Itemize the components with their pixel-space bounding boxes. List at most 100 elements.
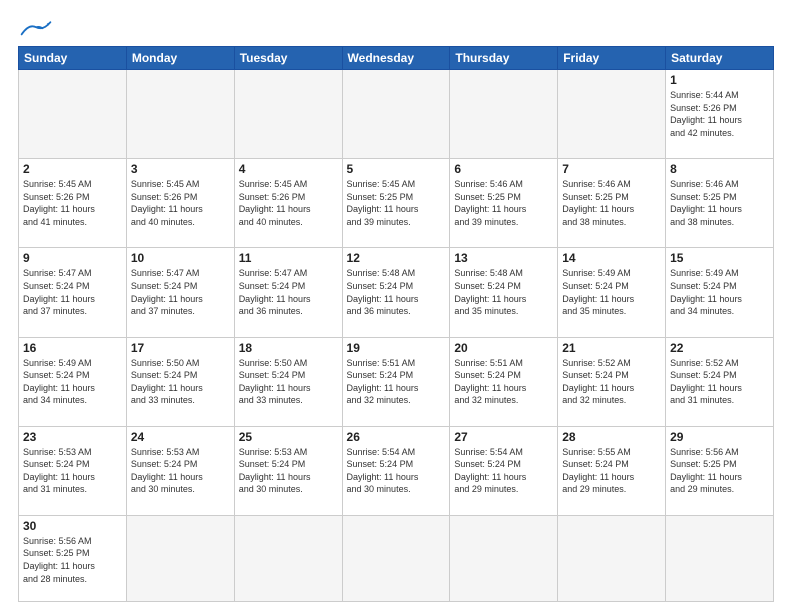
calendar-cell — [19, 70, 127, 159]
calendar-cell: 8Sunrise: 5:46 AM Sunset: 5:25 PM Daylig… — [666, 159, 774, 248]
calendar-cell — [126, 515, 234, 601]
calendar-header-saturday: Saturday — [666, 47, 774, 70]
day-info: Sunrise: 5:51 AM Sunset: 5:24 PM Dayligh… — [347, 357, 446, 407]
calendar-cell: 2 Sunrise: 5:45 AM Sunset: 5:26 PM Daylig… — [19, 159, 127, 248]
day-info: Sunrise: 5:45 AM Sunset: 5:26 PM Dayligh… — [23, 178, 122, 228]
calendar-cell: 25 Sunrise: 5:53 AM Sunset: 5:24 PM Dayli… — [234, 426, 342, 515]
day-info: Sunrise: 5:48 AM Sunset: 5:24 PM Dayligh… — [454, 267, 553, 317]
day-info: Sunrise: 5:47 AM Sunset: 5:24 PM Dayligh… — [131, 267, 230, 317]
day-number: 3 — [131, 162, 230, 176]
day-info: Sunrise: 5:45 AM Sunset: 5:26 PM Dayligh… — [239, 178, 338, 228]
calendar-cell: 28Sunrise: 5:55 AM Sunset: 5:24 PM Dayli… — [558, 426, 666, 515]
day-number: 6 — [454, 162, 553, 176]
day-number: 25 — [239, 430, 338, 444]
calendar-cell: 6 Sunrise: 5:46 AM Sunset: 5:25 PM Daylig… — [450, 159, 558, 248]
day-info: Sunrise: 5:45 AM Sunset: 5:26 PM Dayligh… — [131, 178, 230, 228]
calendar-cell: 13 Sunrise: 5:48 AM Sunset: 5:24 PM Dayli… — [450, 248, 558, 337]
calendar-cell: 12 Sunrise: 5:48 AM Sunset: 5:24 PM Dayli… — [342, 248, 450, 337]
day-number: 28 — [562, 430, 661, 444]
calendar-cell — [234, 515, 342, 601]
calendar-cell: 27 Sunrise: 5:54 AM Sunset: 5:24 PM Dayli… — [450, 426, 558, 515]
day-info: Sunrise: 5:56 AM Sunset: 5:25 PM Dayligh… — [670, 446, 769, 496]
day-info: Sunrise: 5:50 AM Sunset: 5:24 PM Dayligh… — [239, 357, 338, 407]
day-number: 27 — [454, 430, 553, 444]
calendar-cell: 4 Sunrise: 5:45 AM Sunset: 5:26 PM Daylig… — [234, 159, 342, 248]
day-number: 21 — [562, 341, 661, 355]
day-number: 24 — [131, 430, 230, 444]
calendar-cell: 15Sunrise: 5:49 AM Sunset: 5:24 PM Dayli… — [666, 248, 774, 337]
calendar-cell: 7Sunrise: 5:46 AM Sunset: 5:25 PM Daylig… — [558, 159, 666, 248]
calendar-cell: 30Sunrise: 5:56 AM Sunset: 5:25 PM Dayli… — [19, 515, 127, 601]
day-info: Sunrise: 5:49 AM Sunset: 5:24 PM Dayligh… — [562, 267, 661, 317]
day-number: 9 — [23, 251, 122, 265]
day-info: Sunrise: 5:45 AM Sunset: 5:25 PM Dayligh… — [347, 178, 446, 228]
day-number: 10 — [131, 251, 230, 265]
day-info: Sunrise: 5:53 AM Sunset: 5:24 PM Dayligh… — [23, 446, 122, 496]
calendar-cell — [342, 70, 450, 159]
calendar-cell: 14Sunrise: 5:49 AM Sunset: 5:24 PM Dayli… — [558, 248, 666, 337]
calendar-cell: 3 Sunrise: 5:45 AM Sunset: 5:26 PM Daylig… — [126, 159, 234, 248]
logo-bird-icon — [18, 20, 54, 38]
day-info: Sunrise: 5:46 AM Sunset: 5:25 PM Dayligh… — [454, 178, 553, 228]
day-info: Sunrise: 5:56 AM Sunset: 5:25 PM Dayligh… — [23, 535, 122, 585]
calendar-cell — [450, 70, 558, 159]
day-number: 8 — [670, 162, 769, 176]
calendar-header-row: SundayMondayTuesdayWednesdayThursdayFrid… — [19, 47, 774, 70]
calendar-week-row: 9 Sunrise: 5:47 AM Sunset: 5:24 PM Daylig… — [19, 248, 774, 337]
page: SundayMondayTuesdayWednesdayThursdayFrid… — [0, 0, 792, 612]
day-number: 16 — [23, 341, 122, 355]
calendar-week-row: 1 Sunrise: 5:44 AM Sunset: 5:26 PM Daylig… — [19, 70, 774, 159]
day-info: Sunrise: 5:49 AM Sunset: 5:24 PM Dayligh… — [23, 357, 122, 407]
calendar-week-row: 2 Sunrise: 5:45 AM Sunset: 5:26 PM Daylig… — [19, 159, 774, 248]
calendar-cell — [666, 515, 774, 601]
calendar-cell: 29 Sunrise: 5:56 AM Sunset: 5:25 PM Dayli… — [666, 426, 774, 515]
calendar-cell — [558, 70, 666, 159]
calendar-cell — [126, 70, 234, 159]
day-number: 29 — [670, 430, 769, 444]
day-number: 22 — [670, 341, 769, 355]
day-info: Sunrise: 5:54 AM Sunset: 5:24 PM Dayligh… — [454, 446, 553, 496]
day-info: Sunrise: 5:53 AM Sunset: 5:24 PM Dayligh… — [239, 446, 338, 496]
calendar-cell — [342, 515, 450, 601]
calendar-cell: 11Sunrise: 5:47 AM Sunset: 5:24 PM Dayli… — [234, 248, 342, 337]
calendar-header-tuesday: Tuesday — [234, 47, 342, 70]
day-info: Sunrise: 5:52 AM Sunset: 5:24 PM Dayligh… — [562, 357, 661, 407]
calendar-table: SundayMondayTuesdayWednesdayThursdayFrid… — [18, 46, 774, 602]
day-number: 4 — [239, 162, 338, 176]
calendar-week-row: 23Sunrise: 5:53 AM Sunset: 5:24 PM Dayli… — [19, 426, 774, 515]
day-number: 12 — [347, 251, 446, 265]
day-info: Sunrise: 5:54 AM Sunset: 5:24 PM Dayligh… — [347, 446, 446, 496]
day-info: Sunrise: 5:50 AM Sunset: 5:24 PM Dayligh… — [131, 357, 230, 407]
calendar-cell: 21 Sunrise: 5:52 AM Sunset: 5:24 PM Dayli… — [558, 337, 666, 426]
calendar-header-wednesday: Wednesday — [342, 47, 450, 70]
calendar-cell: 20Sunrise: 5:51 AM Sunset: 5:24 PM Dayli… — [450, 337, 558, 426]
day-info: Sunrise: 5:53 AM Sunset: 5:24 PM Dayligh… — [131, 446, 230, 496]
calendar-header-friday: Friday — [558, 47, 666, 70]
day-number: 15 — [670, 251, 769, 265]
calendar-week-row: 16 Sunrise: 5:49 AM Sunset: 5:24 PM Dayli… — [19, 337, 774, 426]
day-info: Sunrise: 5:47 AM Sunset: 5:24 PM Dayligh… — [23, 267, 122, 317]
day-number: 2 — [23, 162, 122, 176]
calendar-cell: 5Sunrise: 5:45 AM Sunset: 5:25 PM Daylig… — [342, 159, 450, 248]
calendar-cell: 19 Sunrise: 5:51 AM Sunset: 5:24 PM Dayli… — [342, 337, 450, 426]
calendar-cell — [234, 70, 342, 159]
calendar-cell: 9 Sunrise: 5:47 AM Sunset: 5:24 PM Daylig… — [19, 248, 127, 337]
day-number: 7 — [562, 162, 661, 176]
calendar-cell: 24 Sunrise: 5:53 AM Sunset: 5:24 PM Dayli… — [126, 426, 234, 515]
day-number: 11 — [239, 251, 338, 265]
calendar-cell: 23Sunrise: 5:53 AM Sunset: 5:24 PM Dayli… — [19, 426, 127, 515]
calendar-cell — [450, 515, 558, 601]
day-info: Sunrise: 5:44 AM Sunset: 5:26 PM Dayligh… — [670, 89, 769, 139]
day-number: 19 — [347, 341, 446, 355]
calendar-cell: 26 Sunrise: 5:54 AM Sunset: 5:24 PM Dayli… — [342, 426, 450, 515]
day-number: 26 — [347, 430, 446, 444]
day-number: 13 — [454, 251, 553, 265]
header — [18, 18, 774, 38]
calendar-cell: 18Sunrise: 5:50 AM Sunset: 5:24 PM Dayli… — [234, 337, 342, 426]
day-info: Sunrise: 5:48 AM Sunset: 5:24 PM Dayligh… — [347, 267, 446, 317]
calendar-cell: 1 Sunrise: 5:44 AM Sunset: 5:26 PM Daylig… — [666, 70, 774, 159]
calendar-header-thursday: Thursday — [450, 47, 558, 70]
calendar-header-monday: Monday — [126, 47, 234, 70]
day-number: 20 — [454, 341, 553, 355]
day-number: 1 — [670, 73, 769, 87]
